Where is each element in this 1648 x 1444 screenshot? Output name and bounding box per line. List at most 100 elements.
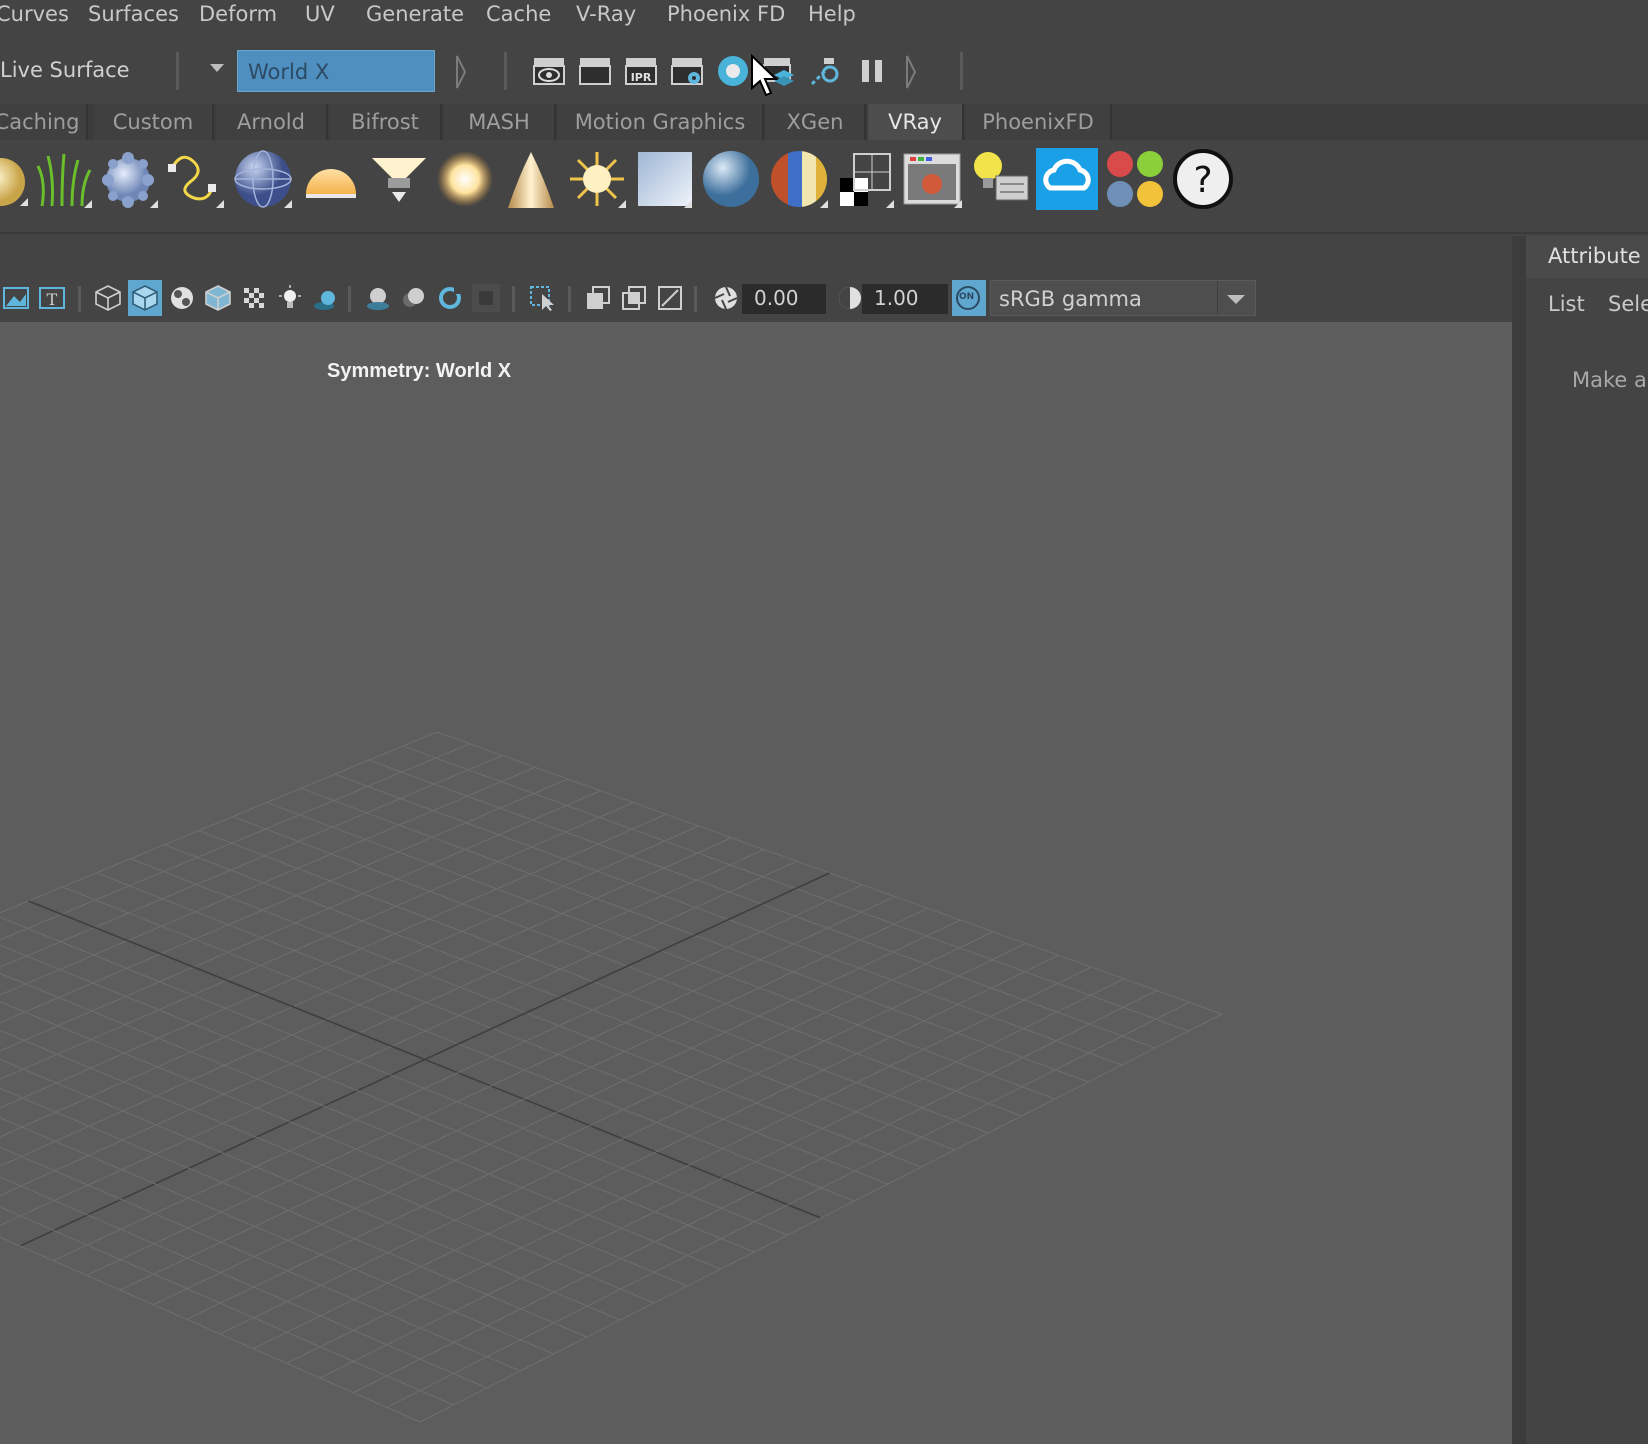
menu-phoenix-fd[interactable]: Phoenix FD xyxy=(667,2,785,26)
viewport-panel-header xyxy=(0,238,1518,274)
grid-line xyxy=(0,813,667,1109)
tab-xgen[interactable]: XGen xyxy=(766,104,866,140)
svg-text:T: T xyxy=(47,290,58,309)
grid-line xyxy=(0,1146,521,1372)
grid-line xyxy=(86,896,896,1276)
vray-multi-material-icon[interactable] xyxy=(768,148,830,210)
svg-text:?: ? xyxy=(1193,160,1212,201)
shadows-icon[interactable] xyxy=(312,284,340,312)
render-current-frame-icon[interactable] xyxy=(578,54,612,88)
vray-dome-light-icon[interactable] xyxy=(300,148,362,210)
help-icon[interactable]: ? xyxy=(1172,148,1234,210)
grid-line xyxy=(53,884,863,1262)
color-space-dropdown[interactable]: sRGB gamma xyxy=(990,280,1256,316)
status-line: Live Surface World X IPR xyxy=(0,34,1648,98)
collapse-arrow-icon[interactable] xyxy=(454,52,468,92)
menu-deform[interactable]: Deform xyxy=(199,2,277,26)
vray-sun-icon[interactable] xyxy=(566,148,628,210)
collapse-arrow-icon[interactable] xyxy=(904,52,918,92)
color-management-toggle[interactable]: ON xyxy=(952,280,986,316)
vray-fur-icon[interactable] xyxy=(32,148,94,210)
vray-checker-icon[interactable] xyxy=(834,148,896,210)
xray-active-components-icon[interactable] xyxy=(656,284,684,312)
use-all-lights-icon[interactable] xyxy=(276,284,304,312)
tab-mash[interactable]: MASH xyxy=(444,104,556,140)
tab-phoenixfd[interactable]: PhoenixFD xyxy=(966,104,1112,140)
menu-uv[interactable]: UV xyxy=(305,2,335,26)
motion-blur-icon[interactable] xyxy=(400,284,428,312)
depth-of-field-icon[interactable] xyxy=(472,284,500,312)
screen-space-ao-icon[interactable] xyxy=(364,284,392,312)
vray-ies-light-icon[interactable] xyxy=(434,148,496,210)
panel-divider[interactable] xyxy=(1512,236,1526,1444)
vray-render-icon[interactable] xyxy=(716,54,750,88)
vray-rect-curve-icon[interactable] xyxy=(164,148,226,210)
tab-caching[interactable]: Caching xyxy=(0,104,88,140)
vray-plane-icon[interactable] xyxy=(632,148,694,210)
menu-surfaces[interactable]: Surfaces xyxy=(88,2,179,26)
vray-interactive-icon[interactable] xyxy=(808,54,842,88)
shelf-tab-bar: Caching Custom Arnold Bifrost MASH Motio… xyxy=(0,104,1648,140)
vray-dome-sphere-icon[interactable] xyxy=(232,148,294,210)
menu-vray[interactable]: V-Ray xyxy=(576,2,636,26)
attribute-editor-panel: Attribute E List Sele Make a xyxy=(1526,236,1648,1444)
menu-help[interactable]: Help xyxy=(808,2,856,26)
gamma-field[interactable]: 1.00 xyxy=(862,284,948,314)
render-settings-icon[interactable] xyxy=(670,54,704,88)
vray-cone-light-icon[interactable] xyxy=(500,148,562,210)
ipr-render-icon[interactable]: IPR xyxy=(624,54,658,88)
toolbar-separator xyxy=(348,286,351,312)
mouse-cursor-icon xyxy=(751,54,778,97)
symmetry-value: World X xyxy=(248,60,330,84)
viewport-3d[interactable]: Symmetry: World X xyxy=(0,322,1518,1444)
anti-aliasing-icon[interactable] xyxy=(436,284,464,312)
chevron-down-icon xyxy=(1227,295,1245,304)
chevron-down-icon[interactable] xyxy=(208,62,226,74)
live-surface-label[interactable]: Live Surface xyxy=(0,58,130,82)
symmetry-dropdown[interactable]: World X xyxy=(237,50,435,92)
exposure-icon[interactable] xyxy=(712,284,740,312)
vray-spot-light-icon[interactable] xyxy=(368,148,430,210)
vray-sphere-light-icon[interactable] xyxy=(0,148,32,210)
menu-generate[interactable]: Generate xyxy=(366,2,464,26)
isolate-select-icon[interactable] xyxy=(528,284,556,312)
image-plane-icon[interactable] xyxy=(2,284,30,312)
menu-cache[interactable]: Cache xyxy=(486,2,551,26)
viewport-toolbar: T 0.00 1.00 ON sRGB gamma xyxy=(0,276,1518,320)
grid-line xyxy=(0,1236,421,1423)
tab-motion-graphics[interactable]: Motion Graphics xyxy=(558,104,764,140)
text-display-icon[interactable]: T xyxy=(38,284,66,312)
vray-material-library-icon[interactable] xyxy=(1104,148,1166,210)
wireframe-icon[interactable] xyxy=(94,284,122,312)
grid-line xyxy=(0,849,765,1197)
gamma-icon[interactable] xyxy=(836,284,864,312)
xray-joints-icon[interactable] xyxy=(620,284,648,312)
default-material-icon[interactable] xyxy=(168,284,196,312)
vray-proxy-icon[interactable] xyxy=(98,148,160,210)
smooth-shade-icon[interactable] xyxy=(131,284,159,312)
tab-bifrost[interactable]: Bifrost xyxy=(330,104,442,140)
tab-custom[interactable]: Custom xyxy=(94,104,214,140)
vray-light-lister-icon[interactable] xyxy=(970,148,1032,210)
pause-icon[interactable] xyxy=(856,54,890,88)
color-space-value: sRGB gamma xyxy=(999,287,1142,311)
menu-curves[interactable]: Curves xyxy=(0,2,69,26)
wireframe-on-shaded-icon[interactable] xyxy=(204,284,232,312)
tab-arnold[interactable]: Arnold xyxy=(216,104,328,140)
svg-text:IPR: IPR xyxy=(631,71,652,84)
grid-line xyxy=(353,990,1157,1394)
attr-menu-select[interactable]: Sele xyxy=(1608,292,1648,316)
vray-cloud-icon[interactable] xyxy=(1036,148,1098,210)
attribute-editor-tab[interactable]: Attribute E xyxy=(1526,236,1648,278)
toolbar-separator xyxy=(176,52,179,90)
vray-material-sphere-icon[interactable] xyxy=(700,148,762,210)
grid-line xyxy=(28,900,822,1219)
attr-menu-list[interactable]: List xyxy=(1548,292,1585,316)
tab-vray[interactable]: VRay xyxy=(868,104,964,140)
vray-frame-buffer-icon[interactable] xyxy=(902,148,964,210)
toolbar-separator xyxy=(512,286,515,312)
xray-icon[interactable] xyxy=(584,284,612,312)
exposure-field[interactable]: 0.00 xyxy=(742,284,826,314)
textured-icon[interactable] xyxy=(240,284,268,312)
render-view-icon[interactable] xyxy=(532,54,566,88)
